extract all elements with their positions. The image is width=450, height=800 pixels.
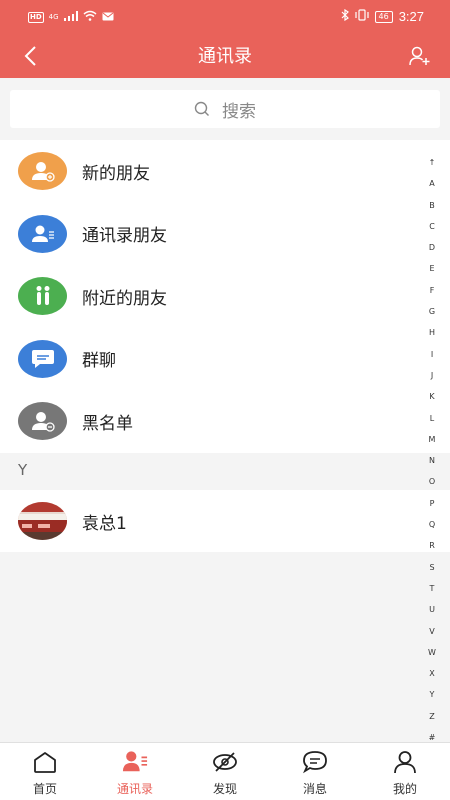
list-item-nearby-friends[interactable]: 附近的朋友 xyxy=(0,265,450,328)
status-bar: HD 4G 46 3:27 xyxy=(0,0,450,34)
tab-messages[interactable]: 消息 xyxy=(270,743,360,800)
index-letter[interactable]: J xyxy=(431,365,433,386)
search-icon xyxy=(194,101,209,116)
battery-indicator: 46 xyxy=(374,10,393,23)
alphabet-index[interactable]: ↑ A B C D E F G H I J K L M N O P Q R S T U V W X Y Z # xyxy=(422,152,442,748)
photo-avatar xyxy=(18,502,67,541)
index-letter[interactable]: D xyxy=(429,237,435,258)
list-item-label: 附近的朋友 xyxy=(82,288,167,309)
index-letter[interactable]: X xyxy=(429,663,434,684)
tab-label: 通讯录 xyxy=(116,782,153,796)
index-letter[interactable]: P xyxy=(430,493,435,514)
signal-icon xyxy=(63,10,78,24)
list-item-label: 黑名单 xyxy=(82,413,133,434)
search-placeholder: 搜索 xyxy=(222,101,256,122)
contacts-friend-icon xyxy=(18,214,67,253)
nearby-icon xyxy=(18,277,67,316)
section-letter: Y xyxy=(18,461,28,479)
home-icon xyxy=(32,749,58,775)
index-letter[interactable]: F xyxy=(430,280,435,301)
list-item-label: 群聊 xyxy=(82,351,116,372)
profile-icon xyxy=(392,749,418,775)
index-letter[interactable]: B xyxy=(429,195,435,216)
wifi-icon xyxy=(83,10,97,24)
tab-contacts[interactable]: 通讯录 xyxy=(90,743,180,800)
index-letter[interactable]: T xyxy=(430,578,435,599)
index-letter[interactable]: ↑ xyxy=(429,152,436,173)
index-letter[interactable]: L xyxy=(430,408,434,429)
function-list: 新的朋友 通讯录朋友 附近的朋友 群聊 黑名单 xyxy=(0,140,450,453)
index-letter[interactable]: H xyxy=(429,322,435,343)
clock: 3:27 xyxy=(398,9,424,24)
network-label: 4G xyxy=(48,13,59,21)
section-header: Y xyxy=(0,453,450,490)
tab-profile[interactable]: 我的 xyxy=(360,743,450,800)
page-title: 通讯录 xyxy=(198,46,252,67)
list-item-label: 通讯录朋友 xyxy=(82,226,167,247)
status-right: 46 3:27 xyxy=(341,8,424,24)
index-letter[interactable]: I xyxy=(431,344,433,365)
index-letter[interactable]: Z xyxy=(429,706,434,727)
tab-label: 发现 xyxy=(212,782,237,796)
index-letter[interactable]: S xyxy=(429,557,434,578)
contact-row[interactable]: 袁总1 xyxy=(0,490,450,553)
blacklist-icon xyxy=(18,402,67,441)
search-section: 搜索 xyxy=(0,78,450,140)
index-letter[interactable]: O xyxy=(429,471,435,492)
message-icon xyxy=(302,749,328,775)
list-item-group-chat[interactable]: 群聊 xyxy=(0,328,450,391)
contacts-icon xyxy=(122,749,148,775)
tab-label: 我的 xyxy=(392,782,417,796)
index-letter[interactable]: A xyxy=(429,173,434,194)
list-item-new-friends[interactable]: 新的朋友 xyxy=(0,140,450,203)
nav-bar: 通讯录 xyxy=(0,34,450,78)
app-header: HD 4G 46 3:27 通讯录 xyxy=(0,0,450,78)
index-letter[interactable]: E xyxy=(429,258,434,279)
tab-label: 消息 xyxy=(302,782,327,796)
tab-home[interactable]: 首页 xyxy=(0,743,90,800)
index-letter[interactable]: Q xyxy=(429,514,435,535)
tab-discover[interactable]: 发现 xyxy=(180,743,270,800)
index-letter[interactable]: K xyxy=(429,386,434,407)
mail-icon xyxy=(102,10,114,24)
index-letter[interactable]: M xyxy=(429,429,436,450)
vibrate-icon xyxy=(354,9,369,24)
add-friend-button[interactable] xyxy=(404,40,436,72)
index-letter[interactable]: C xyxy=(429,216,435,237)
bottom-tab-bar: 首页 通讯录 发现 消息 我的 xyxy=(0,742,450,800)
index-letter[interactable]: R xyxy=(429,535,435,556)
index-letter[interactable]: N xyxy=(429,450,435,471)
add-user-icon xyxy=(409,46,430,66)
index-letter[interactable]: W xyxy=(428,642,436,663)
list-item-label: 新的朋友 xyxy=(82,163,150,184)
index-letter[interactable]: U xyxy=(429,599,435,620)
contact-list: 袁总1 xyxy=(0,490,450,552)
contact-name: 袁总1 xyxy=(82,513,127,534)
tab-label: 首页 xyxy=(32,782,57,796)
bluetooth-icon xyxy=(341,8,349,24)
list-item-blacklist[interactable]: 黑名单 xyxy=(0,390,450,453)
group-chat-icon xyxy=(18,339,67,378)
index-letter[interactable]: V xyxy=(429,621,434,642)
new-friend-icon xyxy=(18,152,67,191)
discover-icon xyxy=(212,749,238,775)
search-input[interactable]: 搜索 xyxy=(10,90,440,128)
index-letter[interactable]: Y xyxy=(430,684,435,705)
hd-badge: HD xyxy=(28,11,44,23)
status-left: HD 4G xyxy=(28,10,114,24)
list-item-contacts-friends[interactable]: 通讯录朋友 xyxy=(0,203,450,266)
index-letter[interactable]: G xyxy=(429,301,435,322)
